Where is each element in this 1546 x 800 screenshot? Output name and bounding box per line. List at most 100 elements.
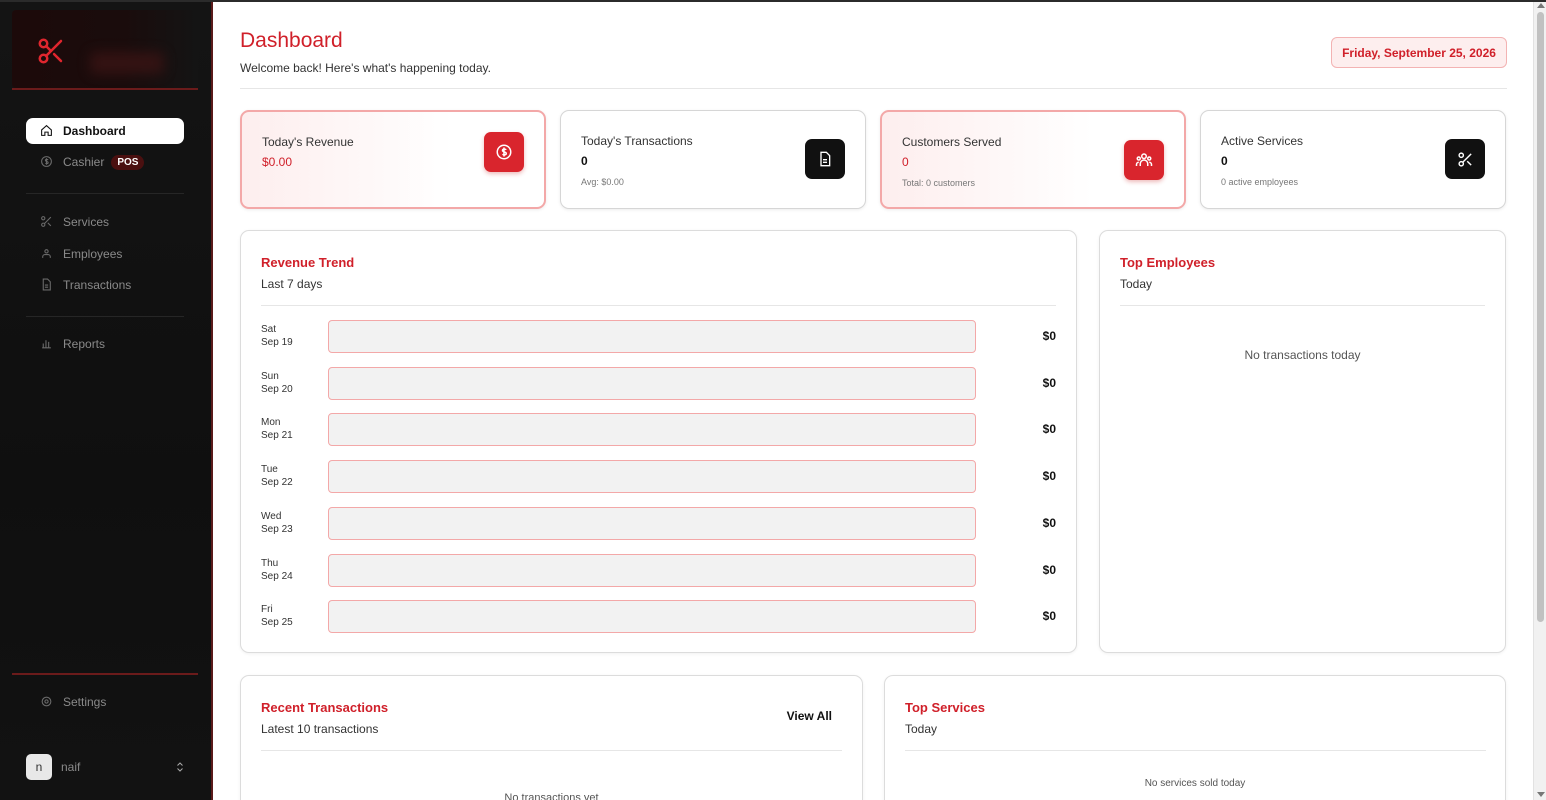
trend-weekday: Thu	[261, 558, 279, 569]
sidebar-item-cashier[interactable]: Cashier POS	[26, 149, 184, 175]
stat-card-revenue: Today's Revenue $0.00	[240, 110, 546, 209]
scissors-logo-icon	[38, 38, 63, 64]
trend-amount: $0	[1042, 469, 1056, 483]
stat-label: Today's Revenue	[262, 135, 354, 149]
trend-amount: $0	[1042, 376, 1056, 390]
scroll-up-arrow-icon[interactable]	[1537, 3, 1545, 8]
dollar-circle-icon	[484, 132, 524, 172]
home-icon	[40, 124, 54, 138]
top-employees-panel: Top Employees Today No transactions toda…	[1099, 230, 1506, 653]
scissors-icon	[1445, 139, 1485, 179]
trend-bar	[328, 460, 976, 493]
trend-row: Sat Sep 19 $0	[261, 320, 1056, 354]
sidebar-item-label: Transactions	[63, 278, 132, 292]
trend-day-label: Mon Sep 21	[261, 416, 293, 442]
panel-title: Top Services	[905, 700, 985, 715]
sidebar-item-label: Settings	[63, 695, 107, 709]
sidebar-item-transactions[interactable]: Transactions	[26, 272, 184, 298]
scroll-down-arrow-icon[interactable]	[1537, 792, 1545, 797]
trend-date: Sep 23	[261, 524, 293, 535]
stat-label: Active Services	[1221, 134, 1304, 148]
chevron-updown-icon	[177, 762, 183, 772]
trend-amount: $0	[1042, 422, 1056, 436]
header-divider	[240, 88, 1507, 89]
revenue-trend-panel: Revenue Trend Last 7 days Sat Sep 19 $0 Sun…	[240, 230, 1077, 653]
pos-badge: POS	[111, 154, 145, 170]
scissors-icon	[40, 215, 54, 229]
top-services-panel: Top Services Today No services sold toda…	[884, 675, 1506, 800]
employees-icon	[40, 247, 54, 261]
document-icon	[805, 139, 845, 179]
panel-divider	[1120, 305, 1485, 306]
trend-weekday: Mon	[261, 417, 281, 428]
sidebar-separator	[26, 316, 184, 317]
panel-subtitle: Today	[905, 722, 938, 736]
date-badge: Friday, September 25, 2026	[1331, 37, 1507, 68]
view-all-link[interactable]: View All	[787, 709, 832, 723]
sidebar-item-employees[interactable]: Employees	[26, 241, 184, 267]
sidebar-item-label: Dashboard	[63, 124, 126, 138]
user-name: naif	[61, 760, 81, 774]
avatar: n	[26, 754, 52, 780]
panel-title: Top Employees	[1120, 255, 1216, 270]
page-scrollbar[interactable]	[1533, 0, 1546, 800]
stat-label: Customers Served	[902, 135, 1002, 149]
stat-value: 0	[581, 154, 588, 168]
recent-transactions-panel: Recent Transactions Latest 10 transactio…	[240, 675, 863, 800]
stat-card-customers: Customers Served 0 Total: 0 customers	[880, 110, 1186, 209]
trend-weekday: Sat	[261, 324, 277, 335]
panel-title: Revenue Trend	[261, 255, 355, 270]
sidebar-item-reports[interactable]: Reports	[26, 331, 184, 357]
panel-subtitle: Latest 10 transactions	[261, 722, 379, 736]
trend-date: Sep 21	[261, 430, 293, 441]
trend-day-label: Tue Sep 22	[261, 463, 293, 489]
sidebar-item-services[interactable]: Services	[26, 209, 184, 235]
trend-day-label: Fri Sep 25	[261, 603, 293, 629]
sidebar: Dashboard Cashier POS Services Employees…	[0, 0, 213, 800]
stat-sub: 0 active employees	[1221, 177, 1299, 187]
panel-divider	[905, 750, 1486, 751]
brand-logo-area[interactable]	[12, 10, 198, 88]
users-icon	[1124, 140, 1164, 180]
trend-date: Sep 19	[261, 337, 293, 348]
trend-row: Tue Sep 22 $0	[261, 460, 1056, 494]
sidebar-item-dashboard[interactable]: Dashboard	[26, 118, 184, 144]
sidebar-item-label: Services	[63, 215, 110, 229]
page-subtitle: Welcome back! Here's what's happening to…	[240, 61, 491, 75]
trend-date: Sep 24	[261, 571, 293, 582]
panel-subtitle: Last 7 days	[261, 277, 323, 291]
stat-value: 0	[902, 155, 909, 169]
gear-icon	[40, 695, 54, 709]
trend-amount: $0	[1042, 563, 1056, 577]
sidebar-item-settings[interactable]: Settings	[26, 689, 184, 715]
sidebar-separator	[26, 193, 184, 194]
trend-date: Sep 25	[261, 617, 293, 628]
page-title: Dashboard	[240, 29, 343, 52]
panel-subtitle: Today	[1120, 277, 1153, 291]
trend-date: Sep 20	[261, 384, 293, 395]
window-top-border	[0, 0, 1546, 2]
trend-bar	[328, 507, 976, 540]
sidebar-item-label: Cashier	[63, 155, 105, 169]
panel-title: Recent Transactions	[261, 700, 389, 715]
trend-date: Sep 22	[261, 477, 293, 488]
sidebar-item-label: Employees	[63, 247, 123, 261]
trend-bar	[328, 367, 976, 400]
trend-bar	[328, 600, 976, 633]
user-menu[interactable]: n naif	[26, 754, 186, 780]
trend-bar	[328, 320, 976, 353]
trend-row: Wed Sep 23 $0	[261, 507, 1056, 541]
trend-day-label: Sun Sep 20	[261, 370, 293, 396]
trend-day-label: Wed Sep 23	[261, 510, 293, 536]
trend-row: Fri Sep 25 $0	[261, 600, 1056, 634]
empty-state-text: No services sold today	[1144, 778, 1246, 789]
trend-day-label: Thu Sep 24	[261, 557, 293, 583]
scrollbar-thumb[interactable]	[1537, 12, 1544, 622]
dollar-icon	[40, 155, 54, 169]
stat-card-services: Active Services 0 0 active employees	[1200, 110, 1506, 209]
trend-row: Thu Sep 24 $0	[261, 554, 1056, 588]
stat-value: 0	[1221, 154, 1228, 168]
stat-value: $0.00	[262, 155, 293, 169]
empty-state-text: No transactions yet	[504, 792, 599, 800]
trend-amount: $0	[1042, 609, 1056, 623]
